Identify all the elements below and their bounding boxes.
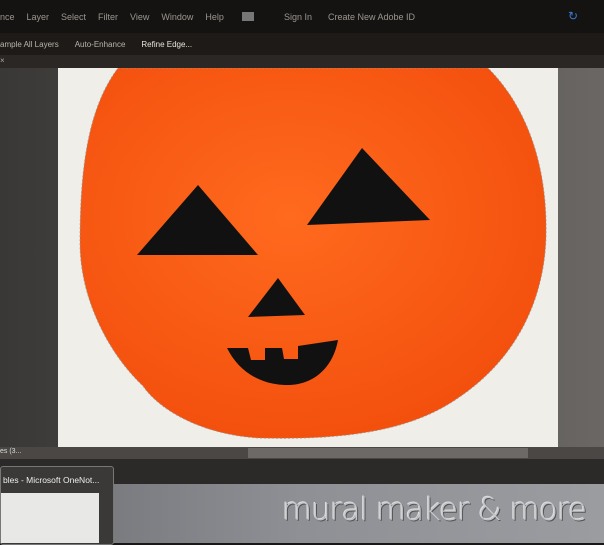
- menu-view[interactable]: View: [130, 12, 149, 22]
- document-tab-row: [0, 55, 604, 68]
- menu-filter[interactable]: Filter: [98, 12, 118, 22]
- status-bar: es (3...: [0, 447, 604, 459]
- menu-bar: nce Layer Select Filter View Window Help…: [0, 0, 604, 33]
- document-info: es (3...: [0, 448, 22, 455]
- menu-window[interactable]: Window: [161, 12, 193, 22]
- menu-select[interactable]: Select: [61, 12, 86, 22]
- create-adobe-id-link[interactable]: Create New Adobe ID: [328, 12, 415, 22]
- options-bar: ample All Layers Auto-Enhance Refine Edg…: [0, 33, 604, 55]
- thumbnail-title: bles - Microsoft OneNot...: [3, 475, 100, 485]
- sample-all-layers-checkbox[interactable]: ample All Layers: [0, 40, 59, 49]
- image-canvas[interactable]: [58, 68, 558, 447]
- taskbar-thumbnail-onenote[interactable]: bles - Microsoft OneNot...: [0, 466, 114, 545]
- close-icon[interactable]: ×: [0, 56, 5, 65]
- sign-in-link[interactable]: Sign In: [284, 12, 312, 22]
- refine-edge-button[interactable]: Refine Edge...: [141, 40, 192, 49]
- sync-icon[interactable]: ↻: [568, 9, 578, 23]
- auto-enhance-checkbox[interactable]: Auto-Enhance: [75, 40, 126, 49]
- thumbnail-preview: [1, 493, 99, 543]
- menu-layer[interactable]: Layer: [27, 12, 50, 22]
- menu-help[interactable]: Help: [205, 12, 224, 22]
- horizontal-scrollbar[interactable]: [248, 448, 528, 458]
- menu-enhance[interactable]: nce: [0, 12, 15, 22]
- watermark: mural maker & more: [282, 492, 587, 528]
- workspace-icon[interactable]: [241, 12, 254, 21]
